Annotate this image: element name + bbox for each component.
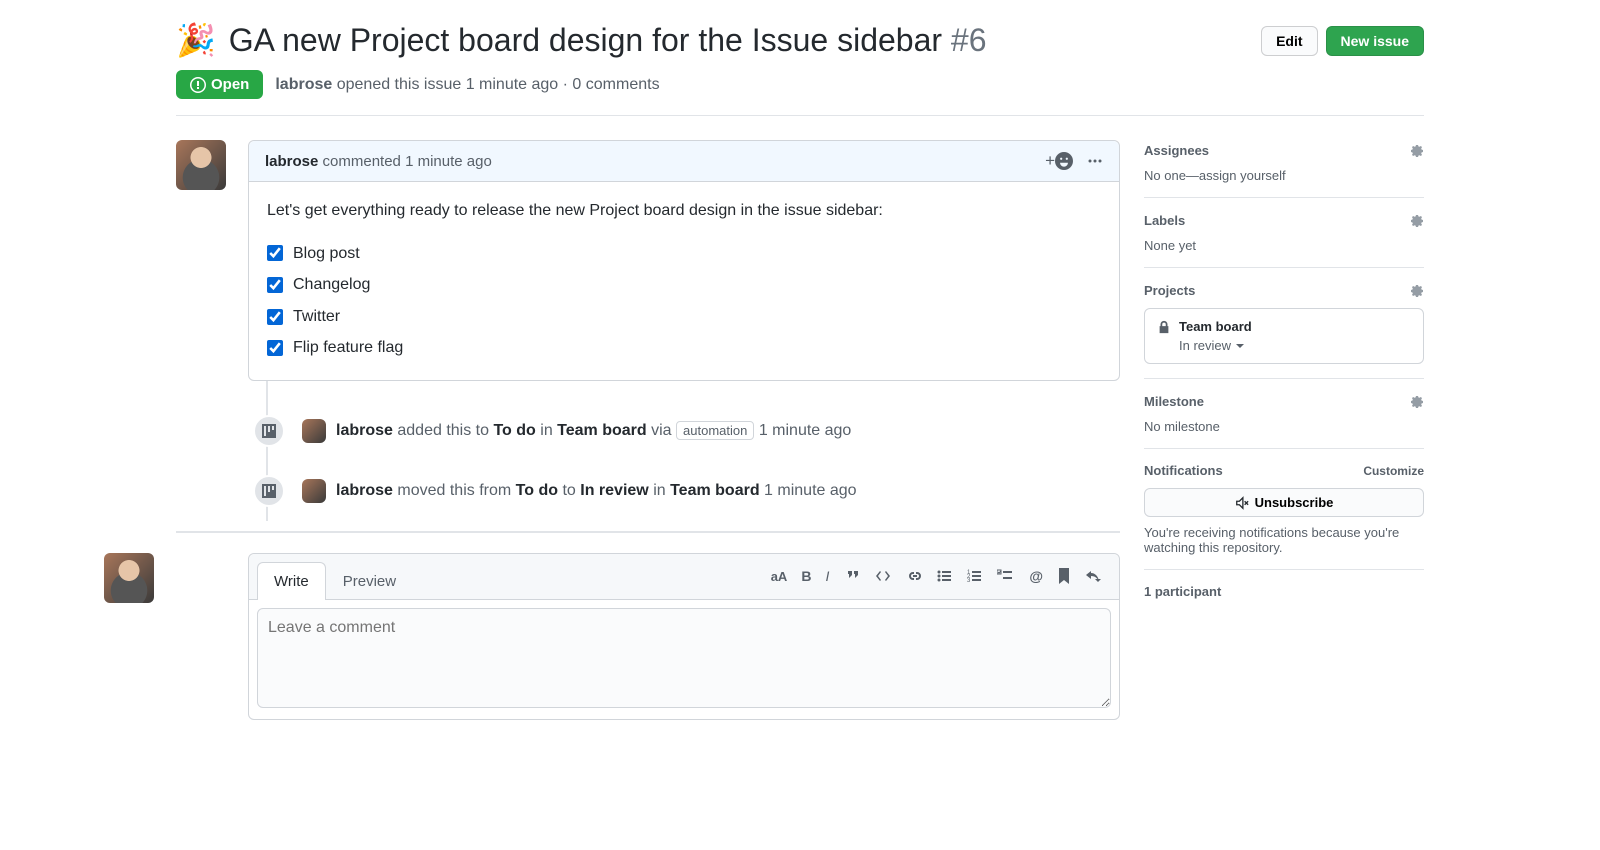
comment-author[interactable]: labrose bbox=[265, 153, 318, 170]
timeline-divider bbox=[176, 531, 1120, 533]
comment-action: commented 1 minute ago bbox=[323, 153, 492, 170]
timeline-event-added: labrose added this to To do in Team boar… bbox=[248, 401, 1120, 461]
lock-icon bbox=[1157, 320, 1171, 334]
task-item: Blog post bbox=[267, 238, 1101, 270]
gear-icon[interactable] bbox=[1408, 212, 1424, 228]
customize-link[interactable]: Customize bbox=[1363, 464, 1424, 478]
comment-header: labrose commented 1 minute ago + bbox=[249, 141, 1119, 182]
issue-title: 🎉 GA new Project board design for the Is… bbox=[176, 20, 1261, 60]
code-icon[interactable] bbox=[875, 568, 891, 584]
number-list-icon[interactable]: 123 bbox=[967, 568, 983, 584]
notifications-section: Notifications Customize Unsubscribe You'… bbox=[1144, 449, 1424, 570]
milestone-title: Milestone bbox=[1144, 394, 1204, 409]
link-icon[interactable] bbox=[905, 568, 921, 584]
issue-meta: Open labrose opened this issue 1 minute … bbox=[176, 70, 1424, 99]
project-card: Team board In review bbox=[1144, 308, 1424, 364]
tab-preview[interactable]: Preview bbox=[326, 562, 413, 600]
notifications-title: Notifications bbox=[1144, 463, 1223, 478]
title-text: GA new Project board design for the Issu… bbox=[229, 22, 942, 58]
task-checkbox[interactable] bbox=[267, 340, 283, 356]
task-item: Flip feature flag bbox=[267, 332, 1101, 364]
assign-yourself-link[interactable]: assign yourself bbox=[1199, 168, 1286, 183]
task-list-icon[interactable] bbox=[997, 568, 1013, 584]
participants-title: 1 participant bbox=[1144, 584, 1221, 599]
notifications-desc: You're receiving notifications because y… bbox=[1144, 525, 1424, 555]
comment-body: Let's get everything ready to release th… bbox=[249, 182, 1119, 380]
avatar[interactable] bbox=[104, 553, 154, 603]
milestone-body: No milestone bbox=[1144, 419, 1424, 434]
event-author[interactable]: labrose bbox=[336, 422, 393, 439]
avatar[interactable] bbox=[302, 419, 326, 443]
gear-icon[interactable] bbox=[1408, 142, 1424, 158]
sidebar: Assignees No one—assign yourself Labels … bbox=[1144, 140, 1424, 720]
task-item: Changelog bbox=[267, 269, 1101, 301]
project-icon bbox=[253, 415, 285, 447]
new-issue-button[interactable]: New issue bbox=[1326, 26, 1424, 56]
milestone-section: Milestone No milestone bbox=[1144, 379, 1424, 449]
bold-icon[interactable]: B bbox=[801, 568, 811, 584]
timeline-event-moved: labrose moved this from To do to In revi… bbox=[248, 461, 1120, 521]
assignees-body: No one—assign yourself bbox=[1144, 168, 1424, 183]
mention-icon[interactable]: @ bbox=[1029, 568, 1043, 584]
event-author[interactable]: labrose bbox=[336, 482, 393, 499]
italic-icon[interactable]: I bbox=[825, 568, 829, 584]
gear-icon[interactable] bbox=[1408, 393, 1424, 409]
bullet-list-icon[interactable] bbox=[937, 568, 953, 584]
comment-textarea[interactable] bbox=[257, 608, 1111, 708]
comment-intro: Let's get everything ready to release th… bbox=[267, 198, 1101, 224]
projects-section: Projects Team board In review bbox=[1144, 268, 1424, 379]
quote-icon[interactable] bbox=[845, 568, 861, 584]
project-icon bbox=[253, 475, 285, 507]
comment: labrose commented 1 minute ago + Let's g… bbox=[248, 140, 1120, 381]
participants-section: 1 participant bbox=[1144, 570, 1424, 623]
opened-by: labrose opened this issue 1 minute ago ·… bbox=[275, 76, 659, 94]
new-comment-form: Write Preview aA B I bbox=[176, 553, 1120, 720]
edit-button[interactable]: Edit bbox=[1261, 26, 1317, 56]
gear-icon[interactable] bbox=[1408, 282, 1424, 298]
board-link[interactable]: Team board bbox=[557, 422, 647, 439]
assignees-section: Assignees No one—assign yourself bbox=[1144, 140, 1424, 198]
reply-icon[interactable] bbox=[1085, 568, 1101, 584]
assignees-title: Assignees bbox=[1144, 143, 1209, 158]
tab-write[interactable]: Write bbox=[257, 562, 326, 600]
header-divider bbox=[176, 115, 1424, 116]
title-emoji: 🎉 bbox=[176, 22, 216, 58]
automation-tag[interactable]: automation bbox=[676, 421, 754, 440]
avatar[interactable] bbox=[176, 140, 226, 190]
project-name[interactable]: Team board bbox=[1179, 319, 1252, 334]
state-badge: Open bbox=[176, 70, 263, 99]
svg-text:3: 3 bbox=[967, 578, 971, 584]
saved-reply-icon[interactable] bbox=[1057, 568, 1071, 584]
kebab-icon[interactable] bbox=[1087, 153, 1103, 169]
chevron-down-icon bbox=[1235, 341, 1245, 351]
labels-title: Labels bbox=[1144, 213, 1185, 228]
author-link[interactable]: labrose bbox=[275, 76, 332, 93]
unsubscribe-button[interactable]: Unsubscribe bbox=[1144, 488, 1424, 517]
labels-section: Labels None yet bbox=[1144, 198, 1424, 268]
state-text: Open bbox=[211, 76, 249, 93]
heading-icon[interactable]: aA bbox=[771, 569, 788, 584]
issue-header: 🎉 GA new Project board design for the Is… bbox=[176, 20, 1424, 60]
issue-number: #6 bbox=[951, 22, 987, 58]
md-toolbar: aA B I 123 bbox=[771, 568, 1111, 592]
task-checkbox[interactable] bbox=[267, 245, 283, 261]
board-link[interactable]: Team board bbox=[670, 482, 760, 499]
task-checkbox[interactable] bbox=[267, 277, 283, 293]
mute-icon bbox=[1235, 496, 1249, 510]
add-reaction-icon[interactable]: + bbox=[1045, 151, 1073, 171]
project-status-dropdown[interactable]: In review bbox=[1179, 338, 1411, 353]
labels-body: None yet bbox=[1144, 238, 1424, 253]
avatar[interactable] bbox=[302, 479, 326, 503]
task-list: Blog post Changelog Twitter Flip feature… bbox=[267, 238, 1101, 364]
issue-open-icon bbox=[190, 77, 206, 93]
task-checkbox[interactable] bbox=[267, 309, 283, 325]
projects-title: Projects bbox=[1144, 283, 1195, 298]
task-item: Twitter bbox=[267, 301, 1101, 333]
